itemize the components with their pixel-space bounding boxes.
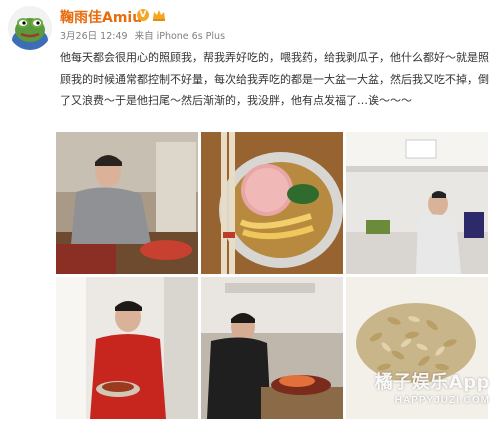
username-link[interactable]: 鞠雨佳Amiu [60,7,142,27]
photo-stove-cooking-icon [201,277,343,419]
photo-2[interactable] [201,132,343,274]
photo-man-red-shirt-icon [56,277,198,419]
photo-4[interactable] [56,277,198,419]
watermark-url: HAPPYJUZI.COM [394,395,490,406]
watermark-name: 橘子娱乐App [374,372,490,393]
watermark: 橘子娱乐App HAPPYJUZI.COM [375,368,490,406]
photo-1[interactable] [56,132,198,274]
post-source: 来自 iPhone 6s Plus [134,31,226,42]
frog-avatar-icon [8,6,52,50]
photo-noodle-bowl-icon [201,132,343,274]
post-text: 他每天都会很用心的照顾我，帮我弄好吃的，喂我药，给我剥瓜子，他什么都好～就是照顾… [60,51,489,107]
crown-icon[interactable] [152,9,166,21]
photo-3[interactable] [346,132,488,274]
post-timestamp[interactable]: 3月26日 12:49 [60,31,128,42]
photo-man-cooking-icon [56,132,198,274]
post-meta: 3月26日 12:49 来自 iPhone 6s Plus [60,28,225,42]
avatar[interactable] [8,6,52,50]
verified-icon: V [137,9,149,21]
photo-5[interactable] [201,277,343,419]
photo-kitchen-counter-icon [346,132,488,274]
